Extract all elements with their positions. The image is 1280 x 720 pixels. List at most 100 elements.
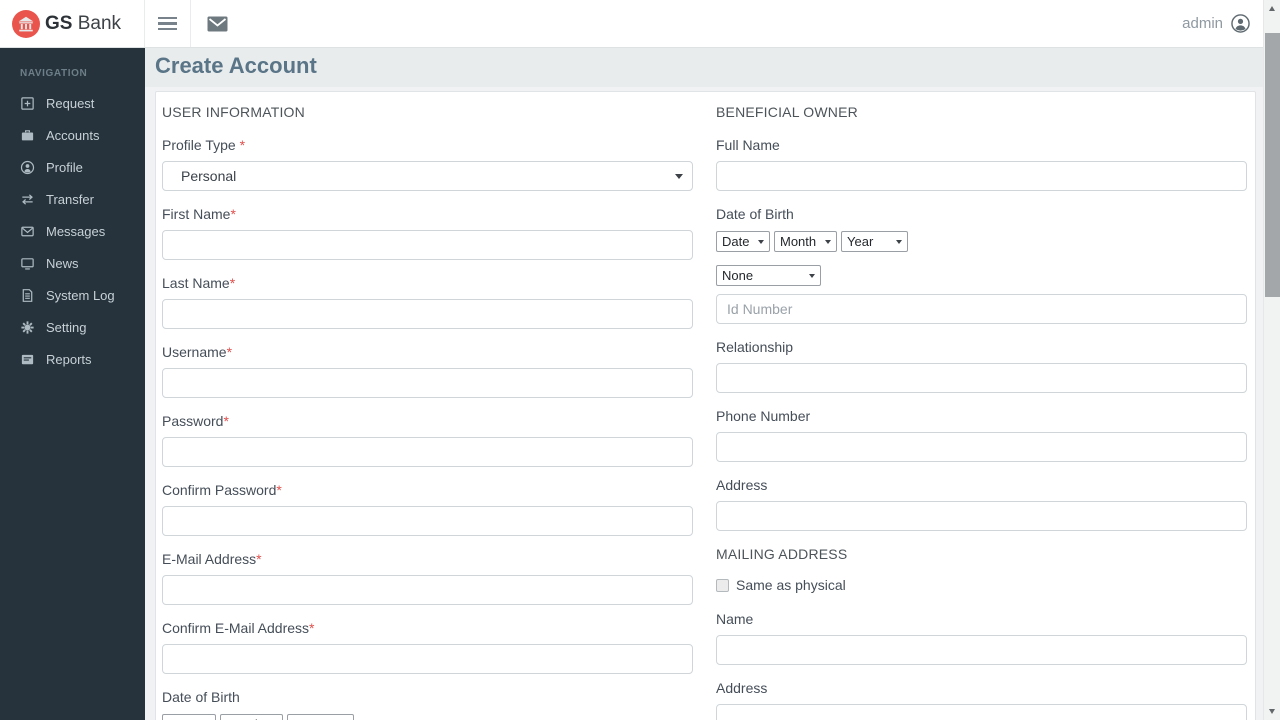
sidebar-item-label: News xyxy=(46,256,79,271)
monitor-icon xyxy=(20,256,35,271)
sidebar-item-label: System Log xyxy=(46,288,115,303)
sidebar-item-label: Profile xyxy=(46,160,83,175)
sidebar-item-request[interactable]: Request xyxy=(0,87,145,119)
nav-section-label: NAVIGATION xyxy=(0,58,145,87)
gear-icon xyxy=(20,320,35,335)
chevron-down-icon xyxy=(675,174,683,179)
required-asterisk: * xyxy=(230,275,235,291)
first-name-group: First Name* xyxy=(162,206,693,260)
content-area: Create Account USER INFORMATION Profile … xyxy=(145,48,1263,720)
sidebar-item-label: Request xyxy=(46,96,94,111)
envelope-icon xyxy=(20,224,35,239)
full-name-input[interactable] xyxy=(716,161,1247,191)
messages-button[interactable] xyxy=(191,0,243,47)
phone-number-label: Phone Number xyxy=(716,408,1247,424)
email-label: E-Mail Address* xyxy=(162,551,693,567)
sidebar-item-reports[interactable]: Reports xyxy=(0,343,145,375)
owner-address-input[interactable] xyxy=(716,501,1247,531)
vertical-scrollbar[interactable] xyxy=(1263,0,1280,720)
required-asterisk: * xyxy=(276,482,281,498)
confirm-email-group: Confirm E-Mail Address* xyxy=(162,620,693,674)
chevron-down-icon xyxy=(825,240,831,244)
confirm-email-input[interactable] xyxy=(162,644,693,674)
owner-dob-group: Date of Birth Date Month Year xyxy=(716,206,1247,252)
confirm-password-input[interactable] xyxy=(162,506,693,536)
required-asterisk: * xyxy=(223,413,228,429)
beneficial-owner-column: BENEFICIAL OWNER Full Name Date of Birth… xyxy=(716,101,1247,720)
dob-group: Date of Birth Date Month Year xyxy=(162,689,693,720)
bank-logo-icon xyxy=(12,10,40,38)
owner-dob-date-select[interactable]: Date xyxy=(716,231,770,252)
profile-type-group: Profile Type* Personal xyxy=(162,137,693,191)
top-bar: GS Bank admin xyxy=(0,0,1263,48)
password-label: Password* xyxy=(162,413,693,429)
dob-year-select[interactable]: Year xyxy=(287,714,354,720)
sidebar-item-system-log[interactable]: System Log xyxy=(0,279,145,311)
owner-address-group: Address xyxy=(716,477,1247,531)
profile-type-label: Profile Type* xyxy=(162,137,693,153)
brand-name: GS Bank xyxy=(45,13,121,35)
chevron-down-icon xyxy=(896,240,902,244)
id-number-group xyxy=(716,294,1247,324)
profile-type-select[interactable]: Personal xyxy=(162,161,693,191)
user-information-column: USER INFORMATION Profile Type* Personal … xyxy=(162,101,693,720)
owner-dob-label: Date of Birth xyxy=(716,206,1247,222)
owner-dob-month-select[interactable]: Month xyxy=(774,231,837,252)
sidebar-item-label: Setting xyxy=(46,320,86,335)
password-input[interactable] xyxy=(162,437,693,467)
required-asterisk: * xyxy=(309,620,314,636)
relationship-group: Relationship xyxy=(716,339,1247,393)
app-window: GS Bank admin NAVIGATION xyxy=(0,0,1263,720)
user-menu[interactable]: admin xyxy=(1182,0,1263,47)
confirm-password-label: Confirm Password* xyxy=(162,482,693,498)
email-input[interactable] xyxy=(162,575,693,605)
sidebar-item-news[interactable]: News xyxy=(0,247,145,279)
dob-label: Date of Birth xyxy=(162,689,693,705)
username-label: Username* xyxy=(162,344,693,360)
same-as-physical-checkbox[interactable] xyxy=(716,579,729,592)
same-as-physical-label: Same as physical xyxy=(736,577,846,593)
file-text-icon xyxy=(20,288,35,303)
mailing-name-input[interactable] xyxy=(716,635,1247,665)
first-name-input[interactable] xyxy=(162,230,693,260)
dob-month-select[interactable]: Month xyxy=(220,714,283,720)
sidebar-toggle-button[interactable] xyxy=(145,0,191,47)
username-input[interactable] xyxy=(162,368,693,398)
page-title: Create Account xyxy=(155,53,1253,79)
create-account-form: USER INFORMATION Profile Type* Personal … xyxy=(155,91,1256,720)
email-group: E-Mail Address* xyxy=(162,551,693,605)
sidebar-item-transfer[interactable]: Transfer xyxy=(0,183,145,215)
last-name-input[interactable] xyxy=(162,299,693,329)
username-label: admin xyxy=(1182,15,1223,32)
chevron-down-icon xyxy=(758,240,764,244)
owner-dob-year-select[interactable]: Year xyxy=(841,231,908,252)
dob-date-select[interactable]: Date xyxy=(162,714,216,720)
sidebar-item-profile[interactable]: Profile xyxy=(0,151,145,183)
phone-number-group: Phone Number xyxy=(716,408,1247,462)
confirm-password-group: Confirm Password* xyxy=(162,482,693,536)
scroll-down-arrow-icon[interactable] xyxy=(1264,703,1280,720)
sidebar-item-messages[interactable]: Messages xyxy=(0,215,145,247)
mailing-address-input[interactable] xyxy=(716,704,1247,720)
scrollbar-thumb[interactable] xyxy=(1265,33,1280,297)
section-title-user-information: USER INFORMATION xyxy=(162,104,693,120)
user-avatar-icon xyxy=(1231,14,1250,33)
phone-number-input[interactable] xyxy=(716,432,1247,462)
password-group: Password* xyxy=(162,413,693,467)
first-name-label: First Name* xyxy=(162,206,693,222)
username-group: Username* xyxy=(162,344,693,398)
sidebar-item-setting[interactable]: Setting xyxy=(0,311,145,343)
plus-square-icon xyxy=(20,96,35,111)
relationship-input[interactable] xyxy=(716,363,1247,393)
id-number-input[interactable] xyxy=(716,294,1247,324)
scroll-up-arrow-icon[interactable] xyxy=(1264,0,1280,17)
id-type-select[interactable]: None xyxy=(716,265,821,286)
chevron-down-icon xyxy=(809,274,815,278)
required-asterisk: * xyxy=(256,551,261,567)
same-as-physical-row: Same as physical xyxy=(716,577,1247,593)
transfer-arrows-icon xyxy=(20,192,35,207)
brand-logo[interactable]: GS Bank xyxy=(0,0,145,47)
sidebar-item-label: Accounts xyxy=(46,128,99,143)
mailing-address-group: Address xyxy=(716,680,1247,720)
sidebar-item-accounts[interactable]: Accounts xyxy=(0,119,145,151)
